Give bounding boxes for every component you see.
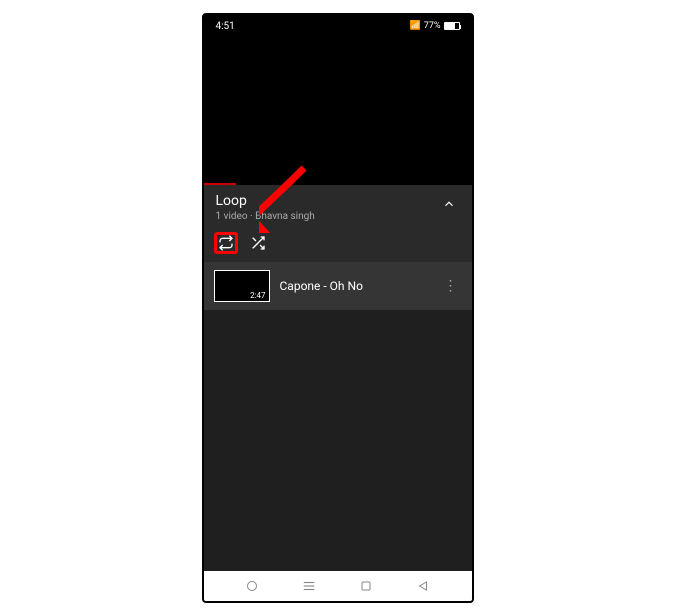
battery-icon bbox=[444, 22, 460, 30]
playlist-title: Loop bbox=[216, 193, 438, 209]
playlist-info: Loop 1 video · Bhavna singh bbox=[216, 193, 438, 222]
phone-frame: 4:51 📶 77% Loop 1 video · Bhavna singh bbox=[202, 13, 474, 603]
playlist-item[interactable]: 2:47 Capone - Oh No ⋮ bbox=[204, 262, 472, 310]
collapse-icon[interactable] bbox=[438, 193, 460, 218]
nav-home-button[interactable] bbox=[358, 578, 374, 594]
video-player[interactable] bbox=[204, 37, 472, 185]
playlist-subtitle: 1 video · Bhavna singh bbox=[216, 211, 438, 222]
playlist-header[interactable]: Loop 1 video · Bhavna singh bbox=[204, 185, 472, 228]
nav-recents-button[interactable] bbox=[244, 578, 260, 594]
navigation-bar bbox=[204, 571, 472, 601]
status-bar: 4:51 📶 77% bbox=[204, 15, 472, 37]
nav-back-button[interactable] bbox=[415, 578, 431, 594]
video-title: Capone - Oh No bbox=[280, 279, 430, 293]
video-thumbnail: 2:47 bbox=[214, 270, 270, 302]
empty-area bbox=[204, 310, 472, 571]
loop-button[interactable] bbox=[214, 232, 238, 254]
status-icons: 📶 77% bbox=[410, 21, 460, 31]
progress-bar[interactable] bbox=[204, 183, 236, 185]
more-options-button[interactable]: ⋮ bbox=[440, 274, 462, 298]
battery-pct: 77% bbox=[424, 21, 441, 31]
shuffle-button[interactable] bbox=[246, 232, 270, 254]
nav-menu-button[interactable] bbox=[301, 578, 317, 594]
duration-badge: 2:47 bbox=[248, 291, 267, 300]
status-time: 4:51 bbox=[216, 21, 235, 32]
network-icon: 📶 bbox=[410, 21, 421, 31]
playlist-controls bbox=[204, 228, 472, 262]
